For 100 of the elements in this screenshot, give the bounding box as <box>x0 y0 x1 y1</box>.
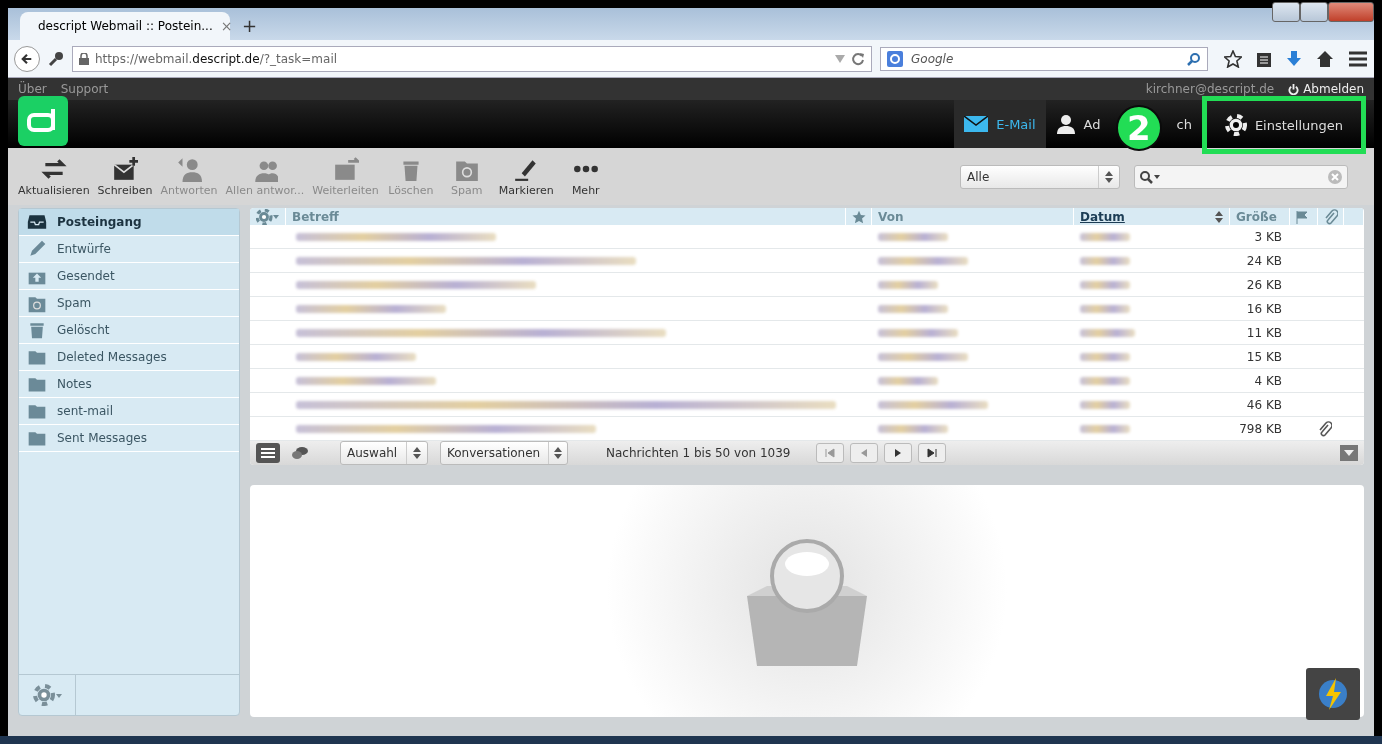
toolbar-button[interactable]: Mehr <box>557 156 614 197</box>
url-text: https://webmail.descript.de/?_task=mail <box>95 51 338 66</box>
attachment-icon <box>1318 420 1332 437</box>
expand-icon[interactable] <box>1340 445 1358 461</box>
size-cell-text: 11 KB <box>1245 325 1283 340</box>
column-header[interactable]: Datum <box>1074 208 1230 225</box>
power-icon <box>1288 83 1300 95</box>
top-link[interactable]: Support <box>60 82 109 96</box>
size-cell-text: 16 KB <box>1245 301 1283 316</box>
home-icon[interactable] <box>1316 49 1334 68</box>
address-field[interactable]: https://webmail.descript.de/?_task=mail <box>72 45 872 72</box>
envelope-icon <box>964 116 989 132</box>
search-box[interactable]: Google <box>880 46 1208 71</box>
tab-title: descript Webmail :: Postein... <box>38 19 213 33</box>
refresh-icon <box>40 156 67 182</box>
folder-item[interactable]: sent-mail <box>19 398 239 425</box>
user-email: kirchner@descript.de <box>1145 82 1275 96</box>
previous-page-button[interactable] <box>850 443 879 463</box>
inbox-icon <box>27 212 47 232</box>
star-icon[interactable] <box>1224 49 1242 68</box>
first-page-button[interactable] <box>816 443 845 463</box>
next-page-button[interactable] <box>884 443 913 463</box>
blurred-text <box>1080 424 1130 433</box>
size-cell-text: 798 KB <box>1238 421 1283 436</box>
settings-icon <box>1224 114 1247 136</box>
quick-search-field[interactable] <box>1134 164 1348 189</box>
search-field[interactable]: Google <box>909 50 1181 67</box>
sort-arrows-icon <box>413 447 421 459</box>
blurred-text <box>1080 376 1130 385</box>
folder-item[interactable]: Entwürfe <box>19 236 239 263</box>
back-button[interactable] <box>14 45 40 72</box>
list-view-icon[interactable] <box>256 443 280 463</box>
google-icon <box>887 50 903 67</box>
download-icon[interactable] <box>1286 49 1302 68</box>
trash-icon <box>27 320 47 340</box>
blurred-text <box>878 304 948 313</box>
blurred-text <box>878 376 938 385</box>
toolbar-button[interactable]: Aktualisieren <box>14 156 94 197</box>
toolbar-button[interactable]: Markieren <box>494 156 558 197</box>
logout-link[interactable]: Abmelden <box>1288 82 1364 96</box>
size-cell-text: 4 KB <box>1253 373 1283 388</box>
lightning-button[interactable] <box>1306 668 1360 720</box>
top-link[interactable]: Über <box>18 82 47 96</box>
blurred-text <box>1080 400 1130 409</box>
blurred-text <box>878 424 948 433</box>
folder-item[interactable]: Deleted Messages <box>19 344 239 371</box>
logo-icon[interactable] <box>18 96 68 146</box>
folder-item[interactable]: Posteingang <box>19 209 239 236</box>
folder-item[interactable]: Notes <box>19 371 239 398</box>
last-page-icon <box>927 448 938 458</box>
blurred-text <box>1080 352 1130 361</box>
folder-item[interactable]: Gelöscht <box>19 317 239 344</box>
dropdown-icon[interactable] <box>835 54 845 63</box>
person-icon <box>1055 114 1076 134</box>
first-page-icon <box>825 448 836 458</box>
blurred-text <box>878 232 948 241</box>
gear-icon <box>33 684 63 706</box>
search-icon[interactable] <box>1187 51 1201 66</box>
step-number-badge: 2 <box>1115 105 1162 151</box>
blurred-text <box>1080 232 1130 241</box>
key-icon <box>48 50 64 67</box>
size-cell-text: 24 KB <box>1245 253 1283 268</box>
sort-arrows-icon <box>1215 210 1223 223</box>
sort-arrows-icon <box>554 447 563 459</box>
blurred-text <box>1080 328 1135 337</box>
lock-icon <box>79 52 89 65</box>
selection-select[interactable]: Auswahl <box>340 441 428 465</box>
blurred-text <box>1080 256 1130 265</box>
menu-icon[interactable] <box>1348 49 1368 68</box>
new-tab-button[interactable]: + <box>236 15 264 40</box>
minimize-button[interactable] <box>1272 2 1300 22</box>
reload-icon[interactable] <box>851 51 865 66</box>
browser-tab[interactable]: descript Webmail :: Postein... × <box>20 12 230 40</box>
sort-arrows-icon <box>1105 170 1113 183</box>
blurred-text <box>1080 280 1130 289</box>
lightning-icon <box>1318 676 1348 712</box>
nav-tab[interactable]: Einstellungen <box>1201 96 1366 154</box>
previous-icon <box>859 448 870 458</box>
forward-icon <box>332 156 359 182</box>
nav-tab[interactable]: E-Mail <box>954 100 1046 148</box>
back-arrow-icon <box>21 51 33 66</box>
maximize-button[interactable] <box>1300 2 1328 22</box>
search-icon <box>1139 169 1161 184</box>
threads-icon[interactable] <box>292 446 308 460</box>
threads-select[interactable]: Konversationen <box>440 441 568 465</box>
size-cell-text: 15 KB <box>1245 349 1283 364</box>
folder-item[interactable]: Spam <box>19 290 239 317</box>
toolbar-button[interactable]: Schreiben <box>93 156 157 197</box>
folder-item[interactable]: Gesendet <box>19 263 239 290</box>
drafts-icon <box>27 239 47 259</box>
blurred-text <box>1080 304 1130 313</box>
blurred-text <box>878 280 938 289</box>
filter-select[interactable]: Alle <box>960 164 1120 189</box>
last-page-button[interactable] <box>918 443 947 463</box>
size-cell-text: 46 KB <box>1245 397 1283 412</box>
tab-close-button[interactable]: × <box>220 18 233 34</box>
folder-item[interactable]: Sent Messages <box>19 425 239 452</box>
compose-icon <box>112 156 138 182</box>
size-cell-text: 3 KB <box>1253 229 1283 244</box>
message-count: Nachrichten 1 bis 50 von 1039 <box>606 446 791 460</box>
